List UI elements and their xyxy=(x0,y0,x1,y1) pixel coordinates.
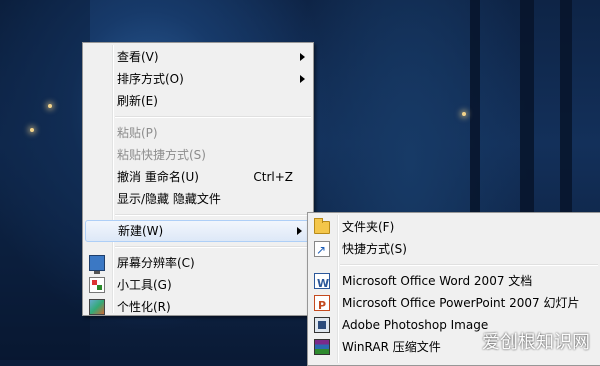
gadgets-icon xyxy=(89,277,105,293)
menu-separator xyxy=(115,246,311,248)
menu-item-sort-by[interactable]: 排序方式(O) xyxy=(83,68,313,90)
menu-item-label: 粘贴(P) xyxy=(117,126,158,140)
menu-item-label: 小工具(G) xyxy=(117,278,172,292)
menu-item-label: 个性化(R) xyxy=(117,300,171,314)
menu-item-label: 显示/隐藏 隐藏文件 xyxy=(117,192,221,206)
menu-item-label: Microsoft Office Word 2007 文档 xyxy=(342,274,533,288)
photoshop-image-icon xyxy=(314,317,330,333)
menu-separator xyxy=(340,264,598,266)
personalize-icon xyxy=(89,299,105,315)
menu-item-label: 文件夹(F) xyxy=(342,220,395,234)
menu-item-label: Microsoft Office PowerPoint 2007 幻灯片 xyxy=(342,296,580,310)
submenu-arrow-icon xyxy=(297,227,302,235)
menu-item-label: WinRAR 压缩文件 xyxy=(342,340,441,354)
menu-item-label: 新建(W) xyxy=(118,224,164,238)
menu-item-show-hide-hidden-files[interactable]: 显示/隐藏 隐藏文件 xyxy=(83,188,313,210)
menu-item-undo-rename[interactable]: 撤消 重命名(U) Ctrl+Z xyxy=(83,166,313,188)
submenu-item-shortcut[interactable]: 快捷方式(S) xyxy=(308,238,600,261)
wallpaper-tree xyxy=(560,0,572,220)
menu-separator xyxy=(115,214,311,216)
menu-item-paste[interactable]: 粘贴(P) xyxy=(83,122,313,144)
menu-item-label: 查看(V) xyxy=(117,50,159,64)
desktop-context-menu: 查看(V) 排序方式(O) 刷新(E) 粘贴(P) 粘贴快捷方式(S) 撤消 重… xyxy=(82,42,314,316)
menu-item-label: 屏幕分辨率(C) xyxy=(117,256,195,270)
menu-item-label: 刷新(E) xyxy=(117,94,158,108)
menu-item-screen-resolution[interactable]: 屏幕分辨率(C) xyxy=(83,252,313,274)
wallpaper-tree xyxy=(470,0,480,220)
menu-item-personalize[interactable]: 个性化(R) xyxy=(83,296,313,318)
menu-item-paste-shortcut[interactable]: 粘贴快捷方式(S) xyxy=(83,144,313,166)
wallpaper-tree xyxy=(0,0,90,360)
shortcut-icon xyxy=(314,239,330,261)
menu-item-label: 排序方式(O) xyxy=(117,72,184,86)
menu-item-label: 粘贴快捷方式(S) xyxy=(117,148,206,162)
menu-item-refresh[interactable]: 刷新(E) xyxy=(83,90,313,112)
menu-item-new[interactable]: 新建(W) xyxy=(85,220,311,242)
menu-separator xyxy=(115,116,311,118)
winrar-archive-icon xyxy=(314,339,330,355)
menu-item-gadgets[interactable]: 小工具(G) xyxy=(83,274,313,296)
menu-item-label: 撤消 重命名(U) xyxy=(117,170,199,184)
watermark: 爱创根知识网 xyxy=(482,332,590,353)
submenu-arrow-icon xyxy=(300,53,305,61)
folder-icon xyxy=(314,218,330,234)
wallpaper-light xyxy=(462,112,466,116)
wallpaper-tree xyxy=(520,0,534,220)
menu-item-view[interactable]: 查看(V) xyxy=(83,46,313,68)
submenu-item-powerpoint-presentation[interactable]: Microsoft Office PowerPoint 2007 幻灯片 xyxy=(308,292,600,317)
submenu-arrow-icon xyxy=(300,75,305,83)
wallpaper-light xyxy=(48,104,52,108)
menu-item-label: Adobe Photoshop Image xyxy=(342,318,489,332)
monitor-icon xyxy=(89,255,105,274)
submenu-item-word-document[interactable]: Microsoft Office Word 2007 文档 xyxy=(308,270,600,295)
menu-item-label: 快捷方式(S) xyxy=(342,242,407,256)
wallpaper-light xyxy=(30,128,34,132)
submenu-item-folder[interactable]: 文件夹(F) xyxy=(308,216,600,238)
powerpoint-icon xyxy=(314,295,330,317)
menu-item-shortcut: Ctrl+Z xyxy=(253,170,293,184)
word-document-icon xyxy=(314,273,330,295)
